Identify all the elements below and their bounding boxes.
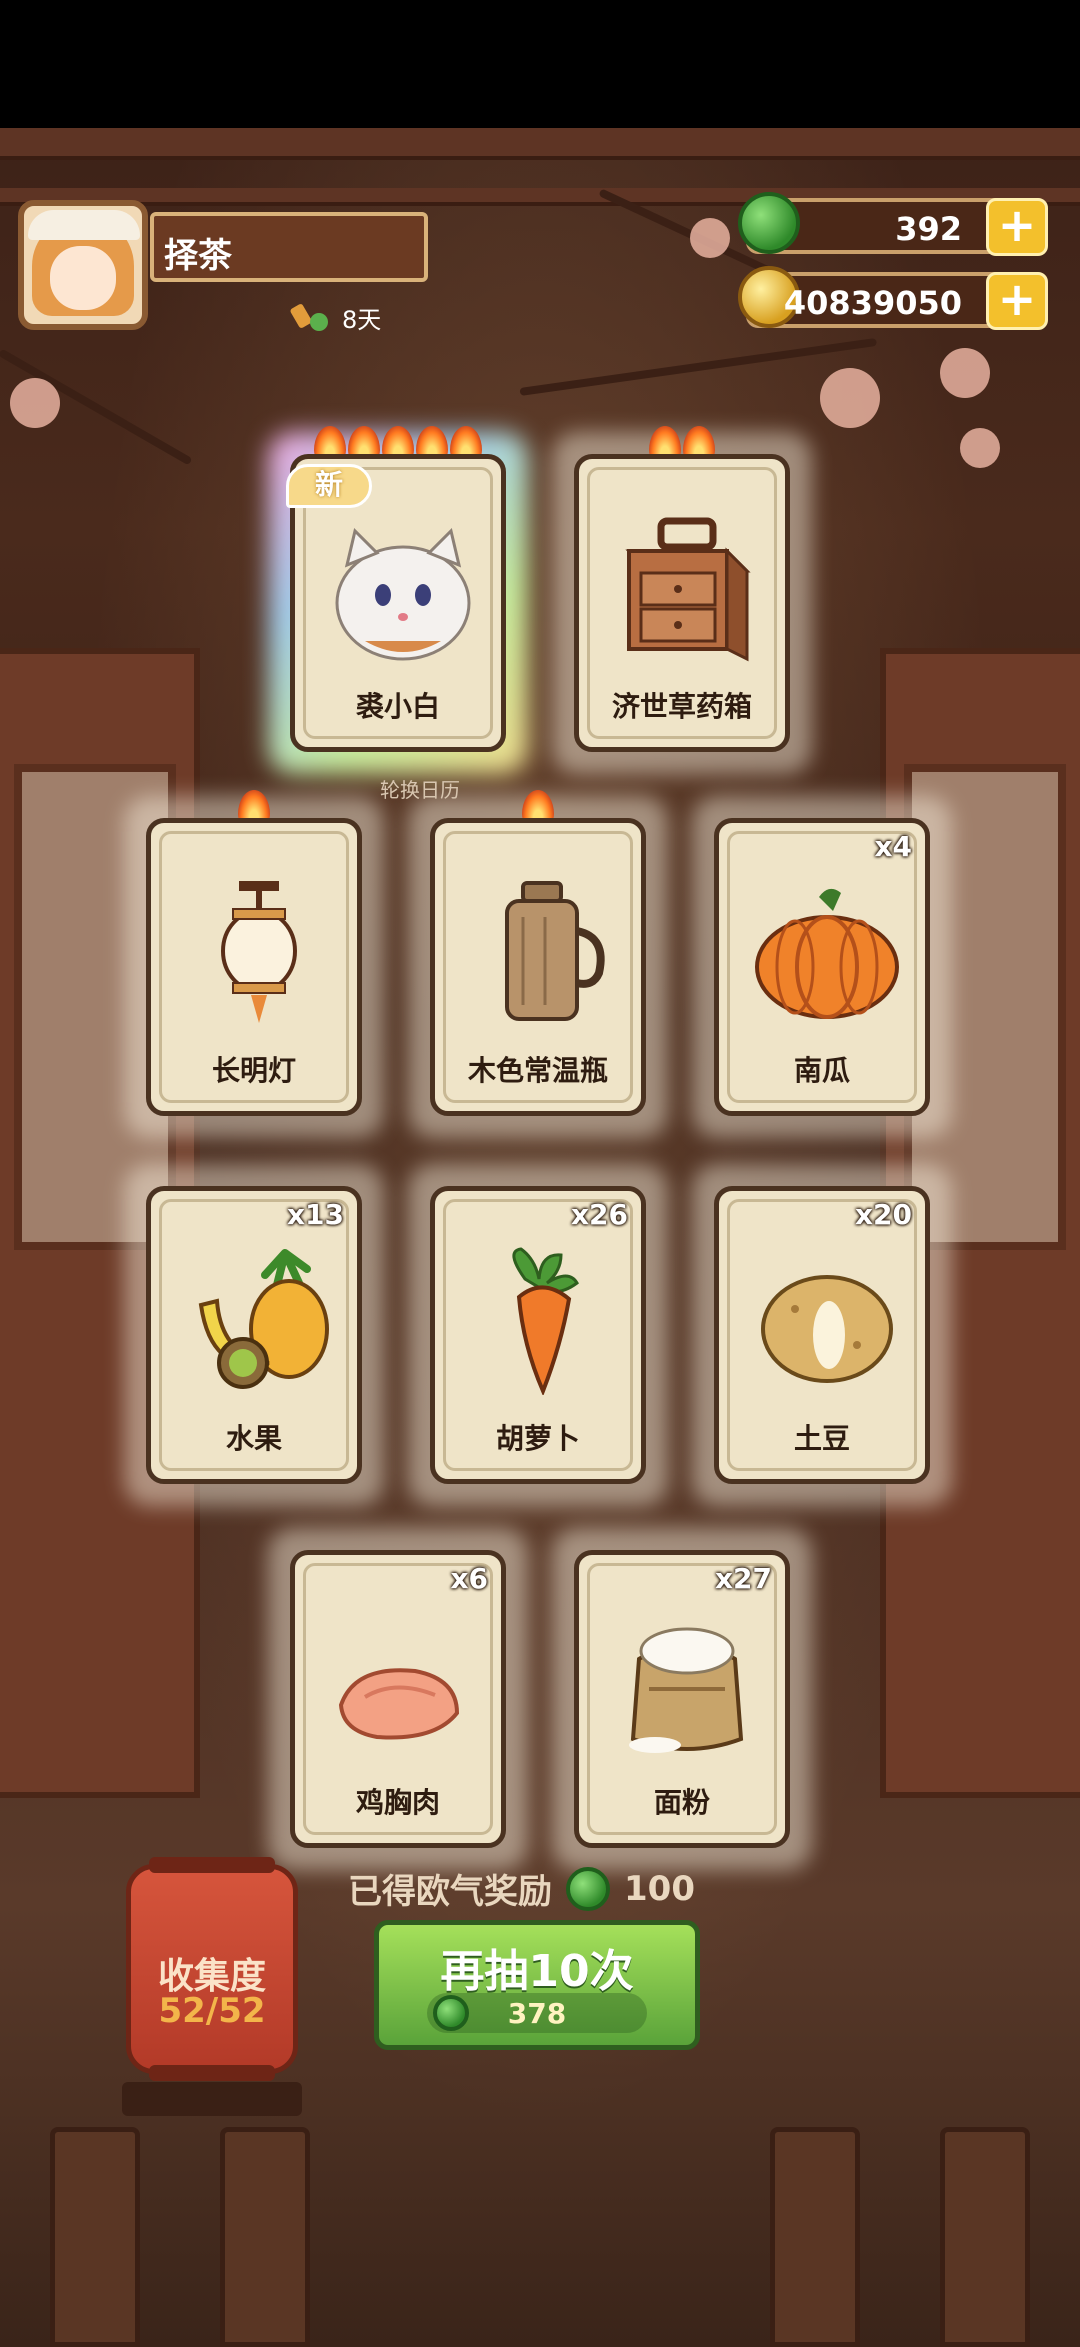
card-label: 南瓜 (793, 1054, 850, 1087)
add-jade-button[interactable]: + (986, 198, 1048, 256)
fence-post (940, 2127, 1030, 2347)
collection-lantern[interactable]: 收集度 52/52 (126, 1857, 298, 2081)
new-badge: 新 (286, 464, 372, 508)
item-count: x27 (714, 1562, 772, 1595)
chicken-breast-icon (338, 1668, 460, 1740)
luck-reward-value: 100 (624, 1868, 695, 1909)
white-cat-icon (335, 528, 471, 661)
medicine-box-icon (625, 517, 751, 662)
lantern-stand (122, 2082, 302, 2116)
blossom (10, 378, 60, 428)
card-label: 木色常温瓶 (467, 1054, 608, 1087)
item-count: x4 (874, 830, 912, 863)
fence-post (220, 2127, 310, 2347)
gold-amount: 40839050 (783, 284, 962, 322)
card-label: 裘小白 (355, 690, 440, 723)
reward-card[interactable]: 裘小白 新 (268, 426, 528, 774)
draw-cost: 378 (427, 1993, 647, 2033)
reward-card[interactable]: 土豆 x20 (692, 1164, 952, 1506)
flour-sack-icon (629, 1627, 744, 1753)
jade-coin-icon (566, 1866, 610, 1911)
blossom (820, 368, 880, 428)
card-label: 长明灯 (211, 1054, 296, 1087)
item-count: x20 (854, 1198, 912, 1231)
item-count: x26 (570, 1198, 628, 1231)
blossom (690, 218, 730, 258)
potato-icon (761, 1275, 893, 1383)
item-count: x6 (450, 1562, 488, 1595)
blossom (940, 348, 990, 398)
carrot-icon (512, 1247, 579, 1395)
player-name-plate: 择茶 (150, 212, 428, 282)
reward-card[interactable]: 济世草药箱 (552, 426, 812, 774)
blossom (960, 428, 1000, 468)
jade-coin-icon (738, 192, 800, 254)
jade-amount: 392 (895, 210, 962, 248)
days-count: 8天 (342, 306, 382, 334)
login-days: 8天 (292, 300, 381, 335)
card-label: 胡萝卜 (495, 1422, 580, 1455)
reward-card[interactable]: 木色常温瓶 (408, 790, 668, 1138)
luck-reward-text: 已得欧气奖励 (348, 1872, 552, 1912)
item-count: x13 (286, 1198, 344, 1231)
player-avatar[interactable] (18, 200, 148, 330)
lantern-icon (221, 881, 297, 1023)
draw-ten-again-button[interactable]: 再抽10次 378 (374, 1920, 700, 2050)
roof-beam (0, 128, 1080, 160)
card-label: 面粉 (653, 1786, 710, 1819)
card-label: 土豆 (793, 1422, 850, 1455)
player-name: 择茶 (164, 236, 232, 276)
reward-card[interactable]: 南瓜 x4 (692, 796, 952, 1138)
pumpkin-icon (755, 888, 899, 1019)
card-label: 水果 (225, 1422, 282, 1455)
jade-currency: 392 + (738, 192, 1048, 256)
collection-progress: 52/52 (158, 1991, 266, 2031)
luck-reward: 已得欧气奖励 100 (348, 1864, 695, 1913)
gold-currency: 40839050 + (738, 266, 1048, 330)
fruit-icon (198, 1249, 329, 1389)
card-label: 济世草药箱 (611, 690, 752, 723)
reward-card[interactable]: 面粉 x27 (552, 1528, 812, 1870)
reward-card[interactable]: 鸡胸肉 x6 (268, 1528, 528, 1870)
card-label: 鸡胸肉 (355, 1786, 440, 1819)
draw-ten-again-label: 再抽10次 (440, 1946, 634, 1997)
reward-card[interactable]: 胡萝卜 x26 (408, 1164, 668, 1506)
reward-card[interactable]: 长明灯 (124, 790, 384, 1138)
shovel-icon (292, 301, 332, 335)
add-gold-button[interactable]: + (986, 272, 1048, 330)
draw-cost-value: 378 (507, 1997, 567, 2030)
fence-post (50, 2127, 140, 2347)
reward-card[interactable]: 水果 x13 (124, 1164, 384, 1506)
thermos-icon (505, 881, 605, 1021)
rotate-calendar-label: 轮换日历 (380, 778, 460, 802)
fence-post (770, 2127, 860, 2347)
